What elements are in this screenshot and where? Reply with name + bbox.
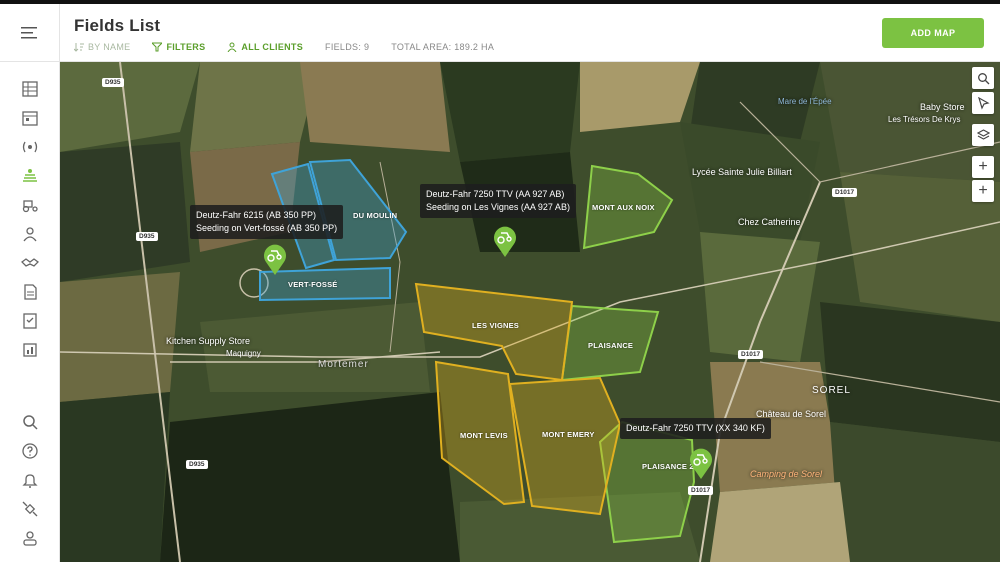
road-label: D935 bbox=[136, 232, 158, 241]
sidebar-item-reports[interactable] bbox=[14, 279, 46, 305]
user-icon bbox=[23, 227, 37, 242]
page-title: Fields List bbox=[74, 16, 161, 35]
place-maquigny: Maquigny bbox=[226, 349, 261, 358]
clients-button[interactable]: ALL CLIENTS bbox=[227, 42, 303, 52]
map-select-button[interactable] bbox=[972, 92, 994, 114]
sort-by-name[interactable]: BY NAME bbox=[74, 42, 130, 52]
place-mortemer: Mortemer bbox=[318, 359, 369, 370]
field-icon bbox=[23, 169, 37, 182]
checklist-icon bbox=[23, 313, 37, 329]
field-label-mont-aux-noix[interactable]: MONT AUX NOIX bbox=[592, 203, 655, 212]
machine-tooltip: Deutz-Fahr 7250 TTV (AA 927 AB) Seeding … bbox=[420, 184, 576, 218]
grid-icon bbox=[22, 81, 38, 97]
map-layers-button[interactable] bbox=[972, 124, 994, 146]
satellite-map bbox=[60, 62, 1000, 562]
map-view[interactable]: DU MOULIN VERT-FOSSÉ MONT AUX NOIX LES V… bbox=[60, 62, 1000, 562]
map-search-button[interactable] bbox=[972, 67, 994, 89]
sidebar-item-signal[interactable] bbox=[14, 134, 46, 160]
road-label: D1017 bbox=[738, 350, 764, 359]
sidebar-item-tasks[interactable] bbox=[14, 308, 46, 334]
machine-tooltip: Deutz-Fahr 7250 TTV (XX 340 KF) bbox=[620, 418, 771, 439]
search-icon bbox=[23, 415, 38, 430]
account-icon bbox=[23, 531, 37, 546]
chart-icon bbox=[23, 343, 37, 357]
sidebar-item-machines[interactable] bbox=[14, 192, 46, 218]
plus-icon: + bbox=[978, 158, 988, 175]
add-map-button[interactable]: ADD MAP bbox=[882, 18, 984, 48]
sidebar-item-profile[interactable] bbox=[14, 525, 46, 551]
fields-count: FIELDS: 9 bbox=[325, 42, 370, 52]
layers-icon bbox=[976, 128, 990, 140]
person-icon bbox=[227, 42, 237, 52]
sidebar-item-notifications[interactable] bbox=[14, 467, 46, 493]
field-label-plaisance-2[interactable]: PLAISANCE 2 bbox=[642, 462, 694, 471]
filters-button[interactable]: FILTERS bbox=[152, 42, 205, 52]
filter-icon bbox=[152, 42, 163, 52]
sidebar-item-satellite[interactable] bbox=[14, 496, 46, 522]
tractor-pin-icon[interactable] bbox=[262, 242, 288, 276]
sidebar-item-dashboard[interactable] bbox=[14, 76, 46, 102]
place-chez-catherine: Chez Catherine bbox=[738, 217, 801, 227]
hamburger-icon bbox=[21, 26, 37, 38]
field-label-plaisance[interactable]: PLAISANCE bbox=[588, 341, 633, 350]
sidebar-item-clients[interactable] bbox=[14, 250, 46, 276]
tractor-pin-icon[interactable] bbox=[688, 446, 714, 480]
field-label-vert-fosse[interactable]: VERT-FOSSÉ bbox=[288, 280, 338, 289]
sidebar-item-stats[interactable] bbox=[14, 337, 46, 363]
road-label: D935 bbox=[186, 460, 208, 469]
road-label: D935 bbox=[102, 78, 124, 87]
sidebar-item-fields[interactable] bbox=[14, 163, 46, 189]
satellite-icon bbox=[22, 501, 38, 517]
plus-icon: + bbox=[978, 182, 988, 199]
field-label-les-vignes[interactable]: LES VIGNES bbox=[472, 321, 519, 330]
tractor-pin-icon[interactable] bbox=[492, 224, 518, 258]
document-icon bbox=[24, 284, 37, 300]
place-tresors: Les Trésors De Krys bbox=[888, 115, 961, 124]
road-label: D1017 bbox=[832, 188, 858, 197]
help-icon bbox=[22, 443, 38, 459]
place-mare: Mare de l'Épée bbox=[778, 97, 832, 106]
place-lycee: Lycée Sainte Julie Billiart bbox=[692, 167, 792, 177]
broadcast-icon bbox=[22, 141, 38, 153]
header: Fields List BY NAME FILTERS ALL CLIENTS … bbox=[60, 4, 1000, 62]
handshake-icon bbox=[21, 258, 39, 267]
sidebar-item-calendar[interactable] bbox=[14, 105, 46, 131]
sidebar-item-help[interactable] bbox=[14, 438, 46, 464]
zoom-in-button-secondary[interactable]: + bbox=[972, 180, 994, 202]
calendar-icon bbox=[22, 111, 38, 126]
tractor-icon bbox=[22, 200, 38, 213]
field-label-du-moulin[interactable]: DU MOULIN bbox=[353, 211, 397, 220]
place-sorel: SOREL bbox=[812, 385, 851, 396]
field-label-mont-levis[interactable]: MONT LEVIS bbox=[460, 431, 508, 440]
field-label-mont-emery[interactable]: MONT EMERY bbox=[542, 430, 595, 439]
search-icon bbox=[977, 72, 989, 84]
place-kitchen-supply: Kitchen Supply Store bbox=[166, 336, 251, 346]
cursor-icon bbox=[977, 96, 990, 110]
place-baby-store: Baby Store bbox=[920, 102, 965, 112]
sidebar-item-search[interactable] bbox=[14, 409, 46, 435]
sort-icon bbox=[74, 43, 84, 52]
header-toolbar: BY NAME FILTERS ALL CLIENTS FIELDS: 9 TO… bbox=[74, 42, 516, 52]
sidebar-item-operators[interactable] bbox=[14, 221, 46, 247]
menu-button[interactable] bbox=[0, 4, 60, 62]
road-label: D1017 bbox=[688, 486, 714, 495]
machine-tooltip: Deutz-Fahr 6215 (AB 350 PP) Seeding on V… bbox=[190, 205, 344, 239]
zoom-in-button[interactable]: + bbox=[972, 156, 994, 178]
total-area: TOTAL AREA: 189.2 HA bbox=[391, 42, 495, 52]
bell-icon bbox=[22, 474, 38, 488]
sidebar bbox=[0, 4, 60, 562]
place-camping-de-sorel: Camping de Sorel bbox=[750, 469, 823, 479]
